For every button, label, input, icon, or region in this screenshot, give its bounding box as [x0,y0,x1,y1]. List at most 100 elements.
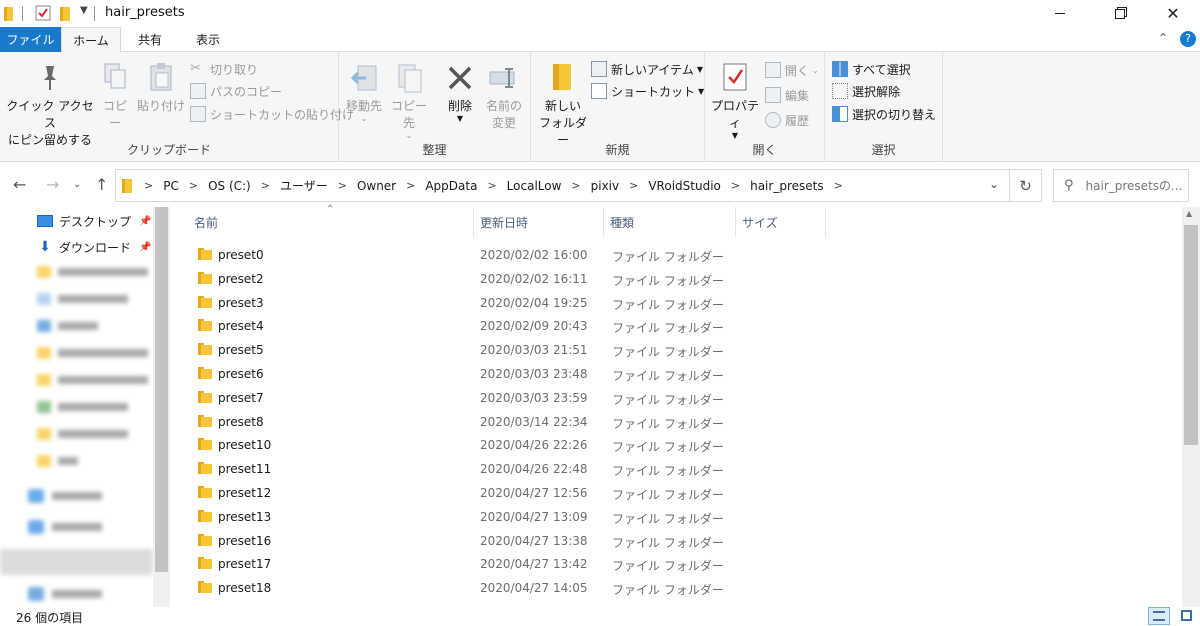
properties-button[interactable]: プロパティ ▼ [707,62,763,140]
table-row[interactable]: preset3 2020/02/04 19:25 ファイル フォルダー [190,291,890,315]
copy-path-button[interactable]: パスのコピー [190,81,282,101]
collapse-ribbon-icon[interactable]: ⌃ [1158,31,1168,45]
forward-button[interactable]: → [46,175,59,194]
open-button[interactable]: 開く ⌄ [765,60,819,80]
shortcut-button[interactable]: ショートカット ▼ [591,81,704,101]
folder-icon [198,343,212,356]
crumb-vroidstudio[interactable]: VRoidStudio [648,179,721,193]
file-type: ファイル フォルダー [612,416,724,431]
crumb-separator[interactable]: > [834,179,843,192]
rename-button[interactable]: 名前の 変更 [483,62,525,132]
table-row[interactable]: preset4 2020/02/09 20:43 ファイル フォルダー [190,314,890,338]
table-row[interactable]: preset11 2020/04/26 22:48 ファイル フォルダー [190,457,890,481]
table-row[interactable]: preset2 2020/02/02 16:11 ファイル フォルダー [190,267,890,291]
copy-icon [104,63,126,89]
select-all-button[interactable]: すべて選択 [832,59,911,79]
recent-locations-button[interactable]: ⌄ [73,179,81,190]
cut-button[interactable]: ✂ 切り取り [190,59,258,79]
crumb-appdata[interactable]: AppData [425,179,477,193]
select-none-button[interactable]: 選択解除 [832,81,900,101]
tab-file[interactable]: ファイル [0,27,61,52]
paste-button[interactable]: 貼り付け [137,62,185,115]
crumb-pc[interactable]: PC [163,179,179,193]
crumb-pixiv[interactable]: pixiv [591,179,620,193]
invert-selection-button[interactable]: 選択の切り替え [832,104,936,124]
details-view-button[interactable] [1148,607,1170,625]
crumb-separator[interactable]: > [406,179,415,192]
clipboard-group: クイック アクセス にピン留めする コピー 貼り付け ✂ 切り取り パスのコピー … [0,52,354,162]
column-header-name[interactable]: 名前 [188,207,474,237]
copy-button[interactable]: コピー [98,62,132,132]
tab-view[interactable]: 表示 [179,27,237,52]
file-name: preset13 [218,509,272,524]
properties-check-icon[interactable] [35,5,51,21]
crumb-drive[interactable]: OS (C:) [208,179,251,193]
crumb-separator[interactable]: > [629,179,638,192]
new-folder-button[interactable]: 新しい フォルダー [535,62,591,149]
new-item-icon [591,61,607,77]
pin-icon [44,66,56,90]
address-bar[interactable]: > PC > OS (C:) > ユーザー > Owner > AppData > Loc… [115,169,1010,202]
table-row[interactable]: preset7 2020/03/03 23:59 ファイル フォルダー [190,386,890,410]
file-type: ファイル フォルダー [612,464,724,479]
crumb-separator[interactable]: > [571,179,580,192]
copy-to-button[interactable]: コピー先 ⌄ [387,62,431,140]
file-date: 2020/02/02 16:00 [480,248,588,262]
up-button[interactable]: ↑ [95,175,108,194]
qat-customize-icon[interactable]: ▼ [80,5,88,16]
table-row[interactable]: preset12 2020/04/27 12:56 ファイル フォルダー [190,481,890,505]
column-header-date[interactable]: 更新日時 [474,207,604,237]
back-button[interactable]: ← [13,175,26,194]
crumb-hair-presets[interactable]: hair_presets [750,179,824,193]
delete-button[interactable]: 削除 ▼ [439,62,481,123]
scroll-up-icon[interactable]: ▲ [1186,209,1192,218]
table-row[interactable]: preset8 2020/03/14 22:34 ファイル フォルダー [190,410,890,434]
table-row[interactable]: preset13 2020/04/27 13:09 ファイル フォルダー [190,505,890,529]
crumb-separator[interactable]: > [189,179,198,192]
crumb-separator[interactable]: > [487,179,496,192]
column-header-type[interactable]: 種類 [604,207,736,237]
edit-button[interactable]: 編集 [765,85,809,105]
table-row[interactable]: preset10 2020/04/26 22:26 ファイル フォルダー [190,433,890,457]
crumb-separator[interactable]: > [261,179,270,192]
new-item-button[interactable]: 新しいアイテム ▼ [591,59,703,79]
minimize-button[interactable] [1037,0,1083,27]
column-header-size[interactable]: サイズ [736,207,826,237]
tab-home[interactable]: ホーム [61,27,121,53]
crumb-owner[interactable]: Owner [357,179,396,193]
refresh-button[interactable]: ↻ [1010,169,1042,202]
nav-item-downloads[interactable]: ⬇ ダウンロード 📌 [0,235,155,259]
maximize-button[interactable] [1097,0,1143,27]
crumb-separator[interactable]: > [144,179,153,192]
move-to-button[interactable]: 移動先 ⌄ [343,62,385,123]
nav-scrollbar-thumb[interactable] [155,207,168,572]
large-icons-view-button[interactable] [1176,607,1198,625]
file-list-scrollbar[interactable]: ▲ [1182,207,1200,607]
pin-quick-access-button[interactable]: クイック アクセス にピン留めする [4,62,96,149]
table-row[interactable]: preset16 2020/04/27 13:38 ファイル フォルダー [190,529,890,553]
crumb-users[interactable]: ユーザー [280,177,328,194]
crumb-separator[interactable]: > [338,179,347,192]
history-button[interactable]: 履歴 [765,110,809,130]
move-to-icon [350,65,377,91]
table-row[interactable]: preset0 2020/02/02 16:00 ファイル フォルダー [190,243,890,267]
new-folder-qat-icon[interactable] [60,6,72,22]
help-icon[interactable]: ? [1180,31,1196,47]
table-row[interactable]: preset18 2020/04/27 14:05 ファイル フォルダー [190,576,890,600]
paste-shortcut-button[interactable]: ショートカットの貼り付け [190,104,354,124]
nav-item-desktop[interactable]: デスクトップ 📌 [0,209,155,233]
address-folder-icon [122,178,132,193]
crumb-separator[interactable]: > [731,179,740,192]
tab-share[interactable]: 共有 [121,27,179,52]
file-type: ファイル フォルダー [612,535,724,550]
table-row[interactable]: preset17 2020/04/27 13:42 ファイル フォルダー [190,552,890,576]
table-row[interactable]: preset5 2020/03/03 21:51 ファイル フォルダー [190,338,890,362]
select-none-icon [832,83,848,99]
close-button[interactable]: ✕ [1150,0,1196,27]
crumb-locallow[interactable]: LocalLow [507,179,562,193]
file-list-scrollbar-thumb[interactable] [1184,225,1198,445]
search-input[interactable]: ⚲ hair_presetsの... [1053,169,1189,202]
address-dropdown-icon[interactable]: ⌄ [989,177,999,191]
nav-scrollbar[interactable] [153,207,170,607]
table-row[interactable]: preset6 2020/03/03 23:48 ファイル フォルダー [190,362,890,386]
